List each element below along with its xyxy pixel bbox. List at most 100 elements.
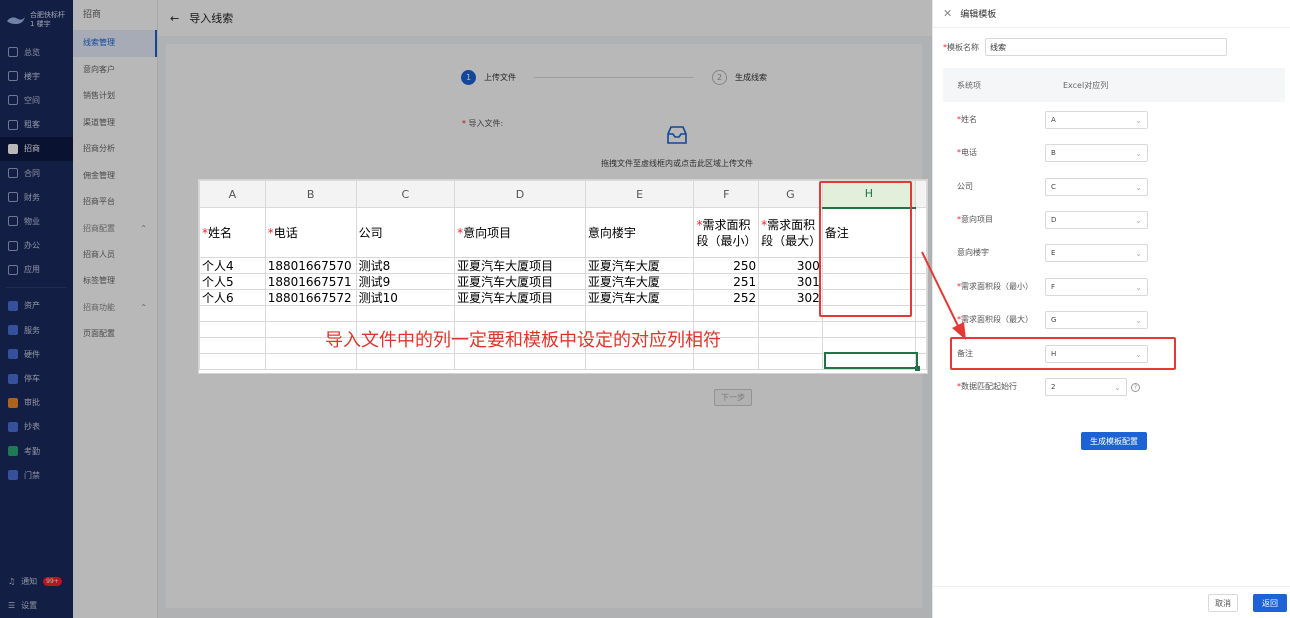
excel-cell: 252	[693, 289, 760, 306]
excel-cell: 251	[693, 273, 760, 290]
excel-column-header	[915, 180, 927, 208]
excel-cell	[758, 305, 823, 322]
help-icon[interactable]: ?	[1131, 382, 1140, 392]
excel-data-row: 个人6 18801667572 测试10 亚夏汽车大厦项目 亚夏汽车大厦 252 302	[199, 289, 927, 306]
excel-cell	[915, 305, 927, 322]
chevron-down-icon: ⌄	[1135, 248, 1142, 258]
column-select-value: E	[1051, 249, 1056, 257]
mapping-row: *姓名 A ⌄	[957, 110, 1277, 130]
template-name-row: *模板名称	[943, 38, 1227, 56]
excel-cell	[915, 257, 927, 274]
excel-annotation: 导入文件中的列一定要和模板中设定的对应列相符	[325, 330, 721, 351]
highlight-remark-row	[950, 337, 1176, 370]
chevron-down-icon: ⌄	[1135, 148, 1142, 158]
column-select[interactable]: E ⌄	[1045, 244, 1148, 262]
drawer-title: 编辑模板	[960, 10, 997, 20]
excel-empty-row	[199, 353, 927, 370]
excel-cell	[758, 321, 823, 338]
excel-cell: 301	[758, 273, 823, 290]
excel-column-header: C	[355, 180, 456, 208]
excel-cell: 测试9	[355, 273, 456, 290]
excel-cell: 18801667570	[264, 257, 357, 274]
excel-cell	[584, 305, 695, 322]
column-select[interactable]: F ⌄	[1045, 278, 1148, 296]
column-select[interactable]: D ⌄	[1045, 211, 1148, 229]
excel-cell	[915, 207, 927, 258]
column-select-value: B	[1051, 149, 1056, 157]
mapping-header: 系统项 Excel对应列	[943, 68, 1285, 102]
mapping-row: *数据匹配起始行 2 ⌄?	[957, 377, 1277, 397]
excel-data-row: 个人4 18801667570 测试8 亚夏汽车大厦项目 亚夏汽车大厦 250 300	[199, 257, 927, 274]
excel-selected-cell	[824, 352, 918, 369]
mapping-label: *数据匹配起始行	[957, 382, 1017, 391]
excel-data-row: 个人5 18801667571 测试9 亚夏汽车大厦项目 亚夏汽车大厦 251 301	[199, 273, 927, 290]
excel-cell	[199, 321, 266, 338]
chevron-down-icon: ⌄	[1135, 182, 1142, 192]
drawer-footer: 取消 返回	[933, 586, 1290, 618]
excel-cell	[693, 305, 760, 322]
excel-cell: 亚夏汽车大厦项目	[454, 257, 586, 274]
excel-header-row: *姓名 *电话 公司 *意向项目 意向楼宇 *需求面积段（最小） *需求面积段（最大） 备注	[199, 207, 927, 258]
chevron-down-icon: ⌄	[1114, 382, 1121, 392]
template-name-input[interactable]	[985, 38, 1227, 56]
excel-cell	[693, 353, 760, 370]
excel-cell: 18801667571	[264, 273, 357, 290]
column-select[interactable]: A ⌄	[1045, 111, 1148, 129]
excel-column-header: B	[264, 180, 357, 208]
chevron-down-icon: ⌄	[1135, 215, 1142, 225]
cancel-button[interactable]: 取消	[1208, 594, 1238, 612]
excel-cell: 测试8	[355, 257, 456, 274]
excel-cell: 亚夏汽车大厦项目	[454, 273, 586, 290]
column-select-value: A	[1051, 116, 1056, 124]
template-name-label: *模板名称	[943, 42, 979, 52]
excel-cell	[454, 305, 586, 322]
column-select[interactable]: G ⌄	[1045, 311, 1148, 329]
mapping-row: 公司 C ⌄	[957, 177, 1277, 197]
close-icon[interactable]: ✕	[943, 7, 952, 20]
excel-cell	[915, 273, 927, 290]
return-button[interactable]: 返回	[1253, 594, 1287, 612]
mapping-label: 公司	[957, 182, 973, 191]
excel-cell: 个人6	[199, 289, 266, 306]
excel-header-cell: 公司	[355, 207, 456, 258]
excel-cell: 亚夏汽车大厦	[584, 273, 695, 290]
drawer-header: ✕ 编辑模板	[933, 0, 1290, 28]
column-select-value: G	[1051, 316, 1057, 324]
excel-cell	[264, 353, 357, 370]
mapping-label: *意向项目	[957, 215, 993, 224]
excel-cell	[758, 337, 823, 354]
column-select-value: C	[1051, 183, 1056, 191]
mapping-label: *电话	[957, 148, 977, 157]
excel-cell	[355, 305, 456, 322]
excel-cell: 亚夏汽车大厦	[584, 257, 695, 274]
excel-cell	[454, 353, 586, 370]
excel-cell	[821, 321, 917, 338]
excel-cell	[584, 353, 695, 370]
column-select[interactable]: C ⌄	[1045, 178, 1148, 196]
excel-column-header: F	[693, 180, 760, 208]
excel-column-header: G	[758, 180, 823, 208]
excel-column-header: A	[199, 180, 266, 208]
excel-cell: 300	[758, 257, 823, 274]
excel-cell	[264, 305, 357, 322]
col-system-label: 系统项	[957, 80, 981, 90]
excel-header-cell: *需求面积段（最小）	[693, 207, 760, 258]
mapping-row: *需求面积段（最小） F ⌄	[957, 277, 1277, 297]
excel-cell	[915, 321, 927, 338]
excel-cell: 测试10	[355, 289, 456, 306]
excel-header-cell: *意向项目	[454, 207, 586, 258]
excel-header-cell: 意向楼宇	[584, 207, 695, 258]
generate-template-button[interactable]: 生成模板配置	[1081, 432, 1147, 450]
excel-cell	[199, 305, 266, 322]
excel-cell: 亚夏汽车大厦	[584, 289, 695, 306]
excel-cell: 个人4	[199, 257, 266, 274]
chevron-down-icon: ⌄	[1135, 115, 1142, 125]
excel-column-header: E	[584, 180, 695, 208]
chevron-down-icon: ⌄	[1135, 282, 1142, 292]
excel-cell: 250	[693, 257, 760, 274]
excel-cell	[355, 353, 456, 370]
chevron-down-icon: ⌄	[1135, 315, 1142, 325]
excel-cell: 18801667572	[264, 289, 357, 306]
column-select[interactable]: B ⌄	[1045, 144, 1148, 162]
column-select[interactable]: 2 ⌄	[1045, 378, 1127, 396]
